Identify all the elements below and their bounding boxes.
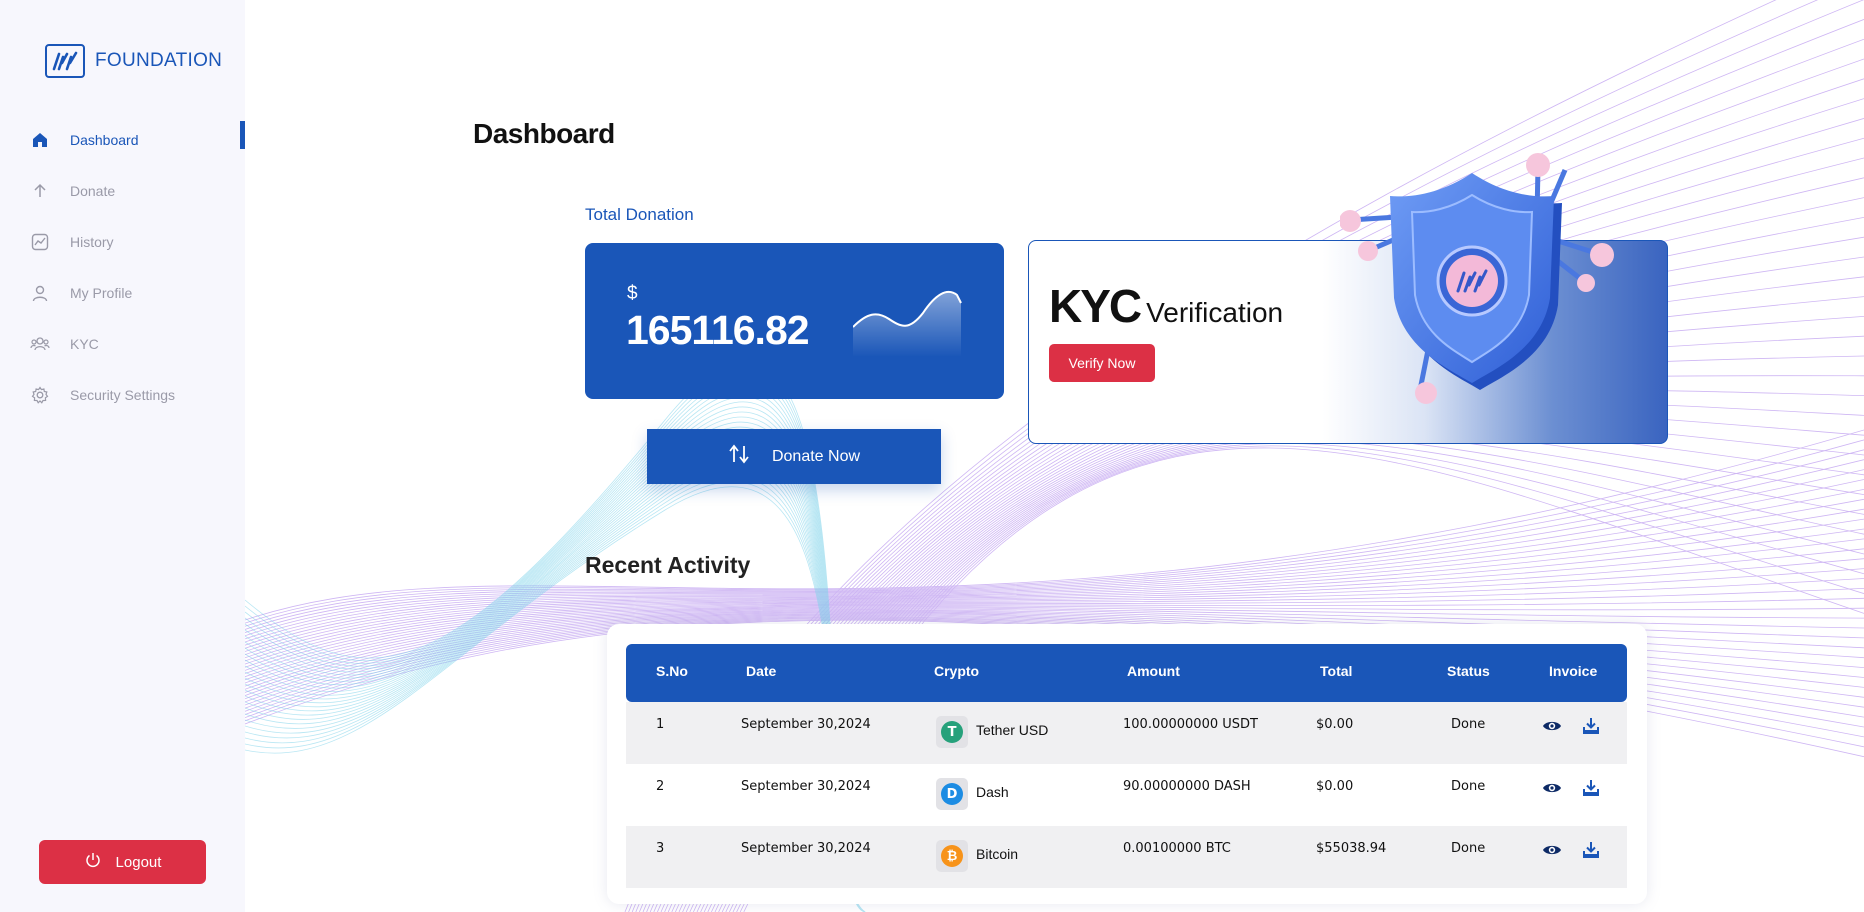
cell-status: Done [1451, 841, 1486, 856]
sparkline-icon [853, 290, 962, 357]
gear-icon [30, 385, 50, 405]
tether-icon: T [941, 721, 963, 743]
cell-amount: 0.00100000 BTC [1123, 841, 1231, 856]
cell-total: $55038.94 [1316, 841, 1387, 856]
cell-total: $0.00 [1316, 717, 1354, 732]
crypto-icon-box: D [936, 778, 968, 810]
sidebar-item-donate[interactable]: Donate [0, 165, 245, 216]
user-icon [30, 283, 50, 303]
cell-date: September 30,2024 [741, 717, 871, 732]
home-icon [30, 130, 50, 150]
total-donation-amount: 165116.82 [626, 307, 810, 353]
sidebar-item-label: Security Settings [70, 386, 176, 403]
power-icon [84, 851, 102, 873]
cell-crypto: Tether USD [976, 722, 1049, 738]
view-invoice-eye-icon[interactable] [1542, 840, 1562, 860]
crypto-icon-box: ₿ [936, 840, 968, 872]
column-header-sno: S.No [656, 663, 688, 679]
cell-date: September 30,2024 [741, 841, 871, 856]
dash-icon: D [941, 783, 963, 805]
brand-logo-icon [45, 44, 85, 78]
cell-status: Done [1451, 717, 1486, 732]
crypto-icon-box: T [936, 716, 968, 748]
recent-activity-table: S.No Date Crypto Amount Total Status Inv… [607, 624, 1647, 904]
sidebar-item-label: KYC [70, 335, 99, 352]
view-invoice-eye-icon[interactable] [1542, 716, 1562, 736]
download-invoice-icon[interactable] [1581, 778, 1601, 798]
table-row: 3 September 30,2024 ₿ Bitcoin 0.00100000… [626, 826, 1627, 888]
column-header-status: Status [1447, 663, 1490, 679]
kyc-title: KYC Verification [1049, 279, 1283, 333]
sidebar-item-label: Dashboard [70, 131, 139, 148]
download-invoice-icon[interactable] [1581, 716, 1601, 736]
table-row: 2 September 30,2024 D Dash 90.00000000 D… [626, 764, 1627, 826]
brand-name: FOUNDATION [95, 50, 223, 71]
cell-crypto: Dash [976, 784, 1009, 800]
view-invoice-eye-icon[interactable] [1542, 778, 1562, 798]
bitcoin-icon: ₿ [941, 845, 963, 867]
logout-label: Logout [115, 853, 162, 871]
sidebar-item-dashboard[interactable]: Dashboard [0, 114, 245, 165]
sidebar-item-history[interactable]: History [0, 216, 245, 267]
currency-symbol: $ [627, 283, 638, 304]
cell-status: Done [1451, 779, 1486, 794]
brand-logo[interactable]: FOUNDATION [45, 44, 222, 78]
users-icon [30, 334, 50, 354]
swap-arrows-icon [728, 444, 750, 469]
cell-total: $0.00 [1316, 779, 1354, 794]
column-header-crypto: Crypto [934, 663, 980, 679]
total-donation-card: $ 165116.82 [585, 243, 1004, 399]
verify-now-button[interactable]: Verify Now [1049, 344, 1155, 382]
donate-now-label: Donate Now [771, 447, 861, 465]
recent-activity-title: Recent Activity [585, 552, 751, 578]
column-header-amount: Amount [1127, 663, 1180, 679]
chart-icon [30, 232, 50, 252]
shield-illustration-icon [1340, 153, 1614, 404]
column-header-invoice: Invoice [1549, 663, 1598, 679]
kyc-title-small: Verification [1146, 297, 1284, 328]
sidebar-item-label: My Profile [70, 284, 133, 301]
sidebar-item-my-profile[interactable]: My Profile [0, 267, 245, 318]
cell-amount: 90.00000000 DASH [1123, 779, 1251, 794]
kyc-title-big: KYC [1049, 280, 1142, 332]
column-header-total: Total [1320, 663, 1353, 679]
cell-date: September 30,2024 [741, 779, 871, 794]
sidebar-item-label: History [70, 233, 114, 250]
page-title: Dashboard [473, 118, 615, 149]
sidebar-item-label: Donate [70, 182, 116, 199]
cell-crypto: Bitcoin [976, 846, 1019, 862]
table-row: 1 September 30,2024 T Tether USD 100.000… [626, 702, 1627, 764]
donate-now-button[interactable]: Donate Now [647, 429, 941, 484]
cell-sno: 2 [656, 779, 665, 794]
total-donation-label: Total Donation [585, 205, 694, 224]
cell-sno: 1 [656, 717, 665, 732]
sidebar-nav: Dashboard Donate History My Profile KYC [0, 114, 245, 420]
sidebar: FOUNDATION Dashboard Donate History My P… [0, 0, 245, 912]
arrow-up-icon [30, 181, 50, 201]
sidebar-item-security-settings[interactable]: Security Settings [0, 369, 245, 420]
cell-sno: 3 [656, 841, 665, 856]
download-invoice-icon[interactable] [1581, 840, 1601, 860]
logout-button[interactable]: Logout [39, 840, 206, 884]
cell-amount: 100.00000000 USDT [1123, 717, 1258, 732]
column-header-date: Date [746, 663, 777, 679]
sidebar-item-kyc[interactable]: KYC [0, 318, 245, 369]
table-header: S.No Date Crypto Amount Total Status Inv… [626, 644, 1627, 702]
